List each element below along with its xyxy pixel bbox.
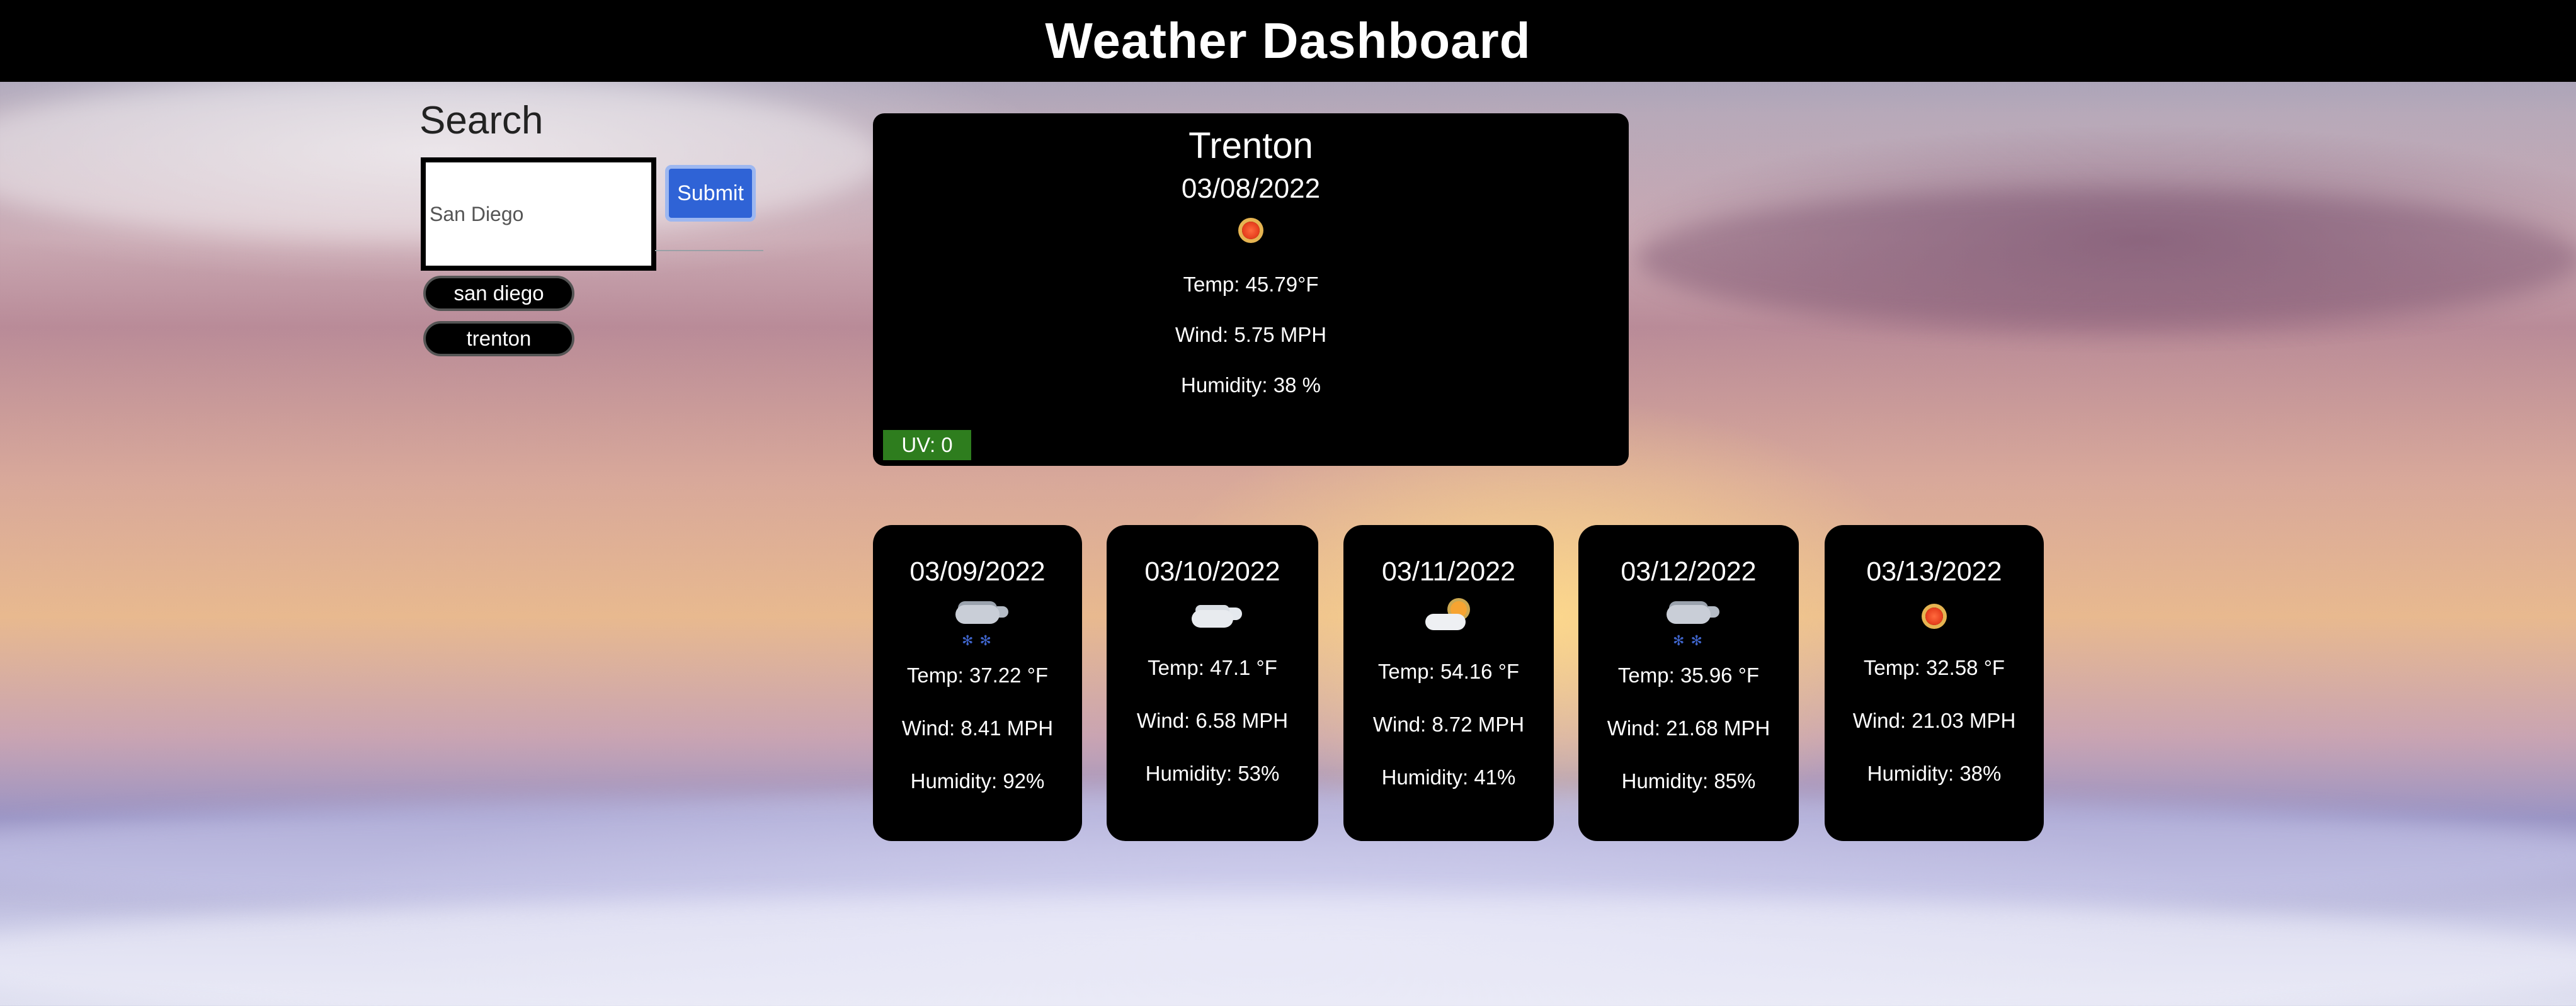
- background-cloud: [0, 894, 2576, 1006]
- forecast-humidity: Humidity: 53%: [1145, 762, 1280, 785]
- submit-button[interactable]: Submit: [665, 165, 756, 222]
- background-cloud: [1638, 189, 2576, 327]
- forecast-card: 03/12/2022 Temp: 35.96 °F Wind: 21.68 MP…: [1578, 525, 1799, 841]
- forecast-temp: Temp: 54.16 °F: [1377, 660, 1520, 683]
- forecast-card: 03/09/2022 Temp: 37.22 °F Wind: 8.41 MPH…: [873, 525, 1082, 841]
- current-humidity: Humidity: 38 %: [1181, 373, 1321, 397]
- forecast-wind: Wind: 21.68 MPH: [1607, 716, 1770, 740]
- forecast-wind: Wind: 21.03 MPH: [1852, 709, 2016, 732]
- forecast-date: 03/09/2022: [909, 557, 1046, 587]
- current-weather-card: Trenton 03/08/2022 Temp: 45.79°F Wind: 5…: [873, 113, 1629, 466]
- forecast-date: 03/13/2022: [1866, 557, 2002, 587]
- forecast-card: 03/11/2022 Temp: 54.16 °F Wind: 8.72 MPH…: [1343, 525, 1554, 841]
- forecast-date: 03/10/2022: [1144, 557, 1280, 587]
- snow-cloud-icon: [1578, 599, 1799, 662]
- cloud-icon: [1107, 599, 1318, 640]
- forecast-wind: Wind: 8.72 MPH: [1372, 713, 1525, 736]
- forecast-card: 03/13/2022 Temp: 32.58 °F Wind: 21.03 MP…: [1825, 525, 2044, 841]
- forecast-temp: Temp: 32.58 °F: [1863, 656, 2005, 679]
- search-heading: Search: [419, 99, 544, 142]
- page-title: Weather Dashboard: [1045, 13, 1531, 69]
- partly-cloudy-icon: [1343, 599, 1554, 644]
- divider: [655, 250, 763, 251]
- history-item-san-diego[interactable]: san diego: [423, 276, 574, 311]
- search-history-list: san diego trenton: [423, 276, 574, 356]
- current-temp: Temp: 45.79°F: [1183, 273, 1319, 296]
- snow-cloud-icon: [873, 599, 1082, 662]
- current-city: Trenton: [1188, 125, 1313, 166]
- city-search-input[interactable]: [421, 157, 656, 271]
- forecast-date: 03/12/2022: [1621, 557, 1757, 587]
- forecast-wind: Wind: 6.58 MPH: [1136, 709, 1289, 732]
- forecast-humidity: Humidity: 85%: [1621, 769, 1756, 793]
- forecast-temp: Temp: 47.1 °F: [1148, 656, 1277, 679]
- forecast-humidity: Humidity: 41%: [1381, 766, 1516, 789]
- sun-icon: [873, 216, 1629, 254]
- forecast-date: 03/11/2022: [1381, 557, 1516, 587]
- history-item-trenton[interactable]: trenton: [423, 321, 574, 356]
- forecast-humidity: Humidity: 92%: [910, 769, 1045, 793]
- app-header: Weather Dashboard: [0, 0, 2576, 82]
- uv-index-badge: UV: 0: [883, 430, 971, 460]
- current-wind: Wind: 5.75 MPH: [1175, 323, 1327, 346]
- sun-icon: [1825, 599, 2044, 640]
- forecast-wind: Wind: 8.41 MPH: [901, 716, 1054, 740]
- forecast-card: 03/10/2022 Temp: 47.1 °F Wind: 6.58 MPH …: [1107, 525, 1318, 841]
- forecast-humidity: Humidity: 38%: [1867, 762, 2002, 785]
- current-date: 03/08/2022: [1181, 173, 1321, 204]
